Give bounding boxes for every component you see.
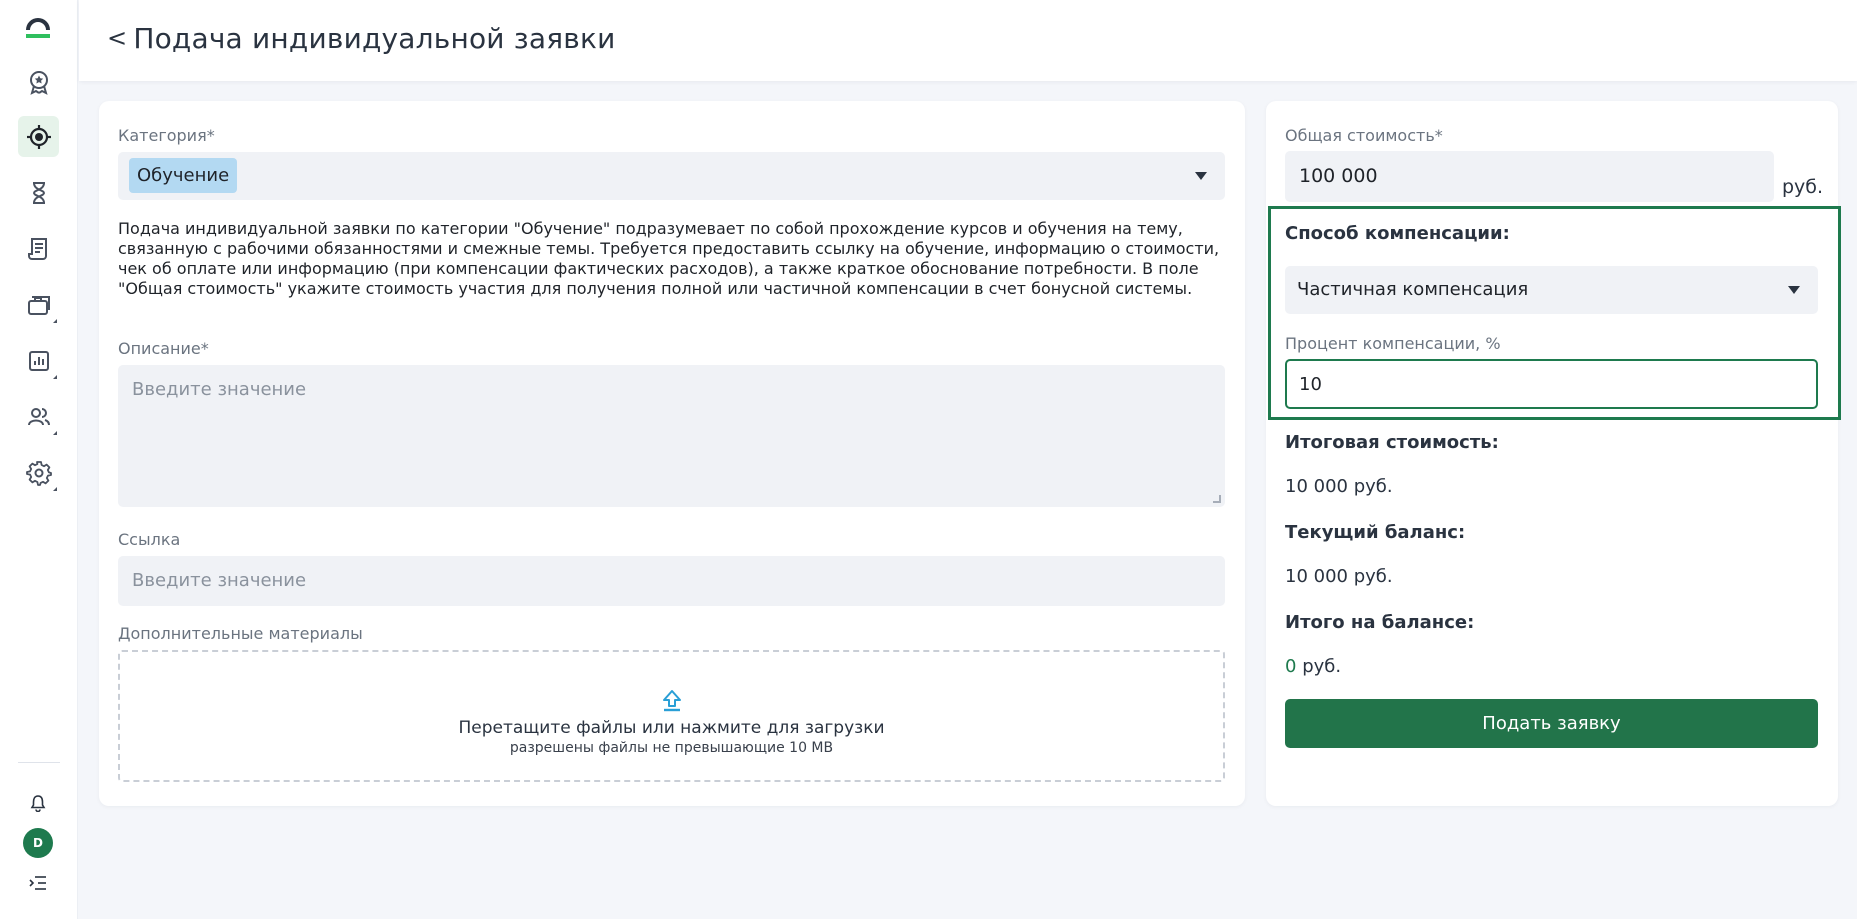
- expand-sidebar-button[interactable]: [26, 871, 50, 895]
- description-placeholder: Введите значение: [132, 379, 307, 400]
- balance-total-label: Итого на балансе:: [1285, 612, 1475, 633]
- upload-icon: [663, 690, 681, 712]
- balance-total-number: 0: [1285, 656, 1297, 677]
- description-label: Описание*: [118, 339, 209, 358]
- target-icon: [26, 124, 51, 149]
- submenu-indicator: [53, 375, 57, 379]
- sidebar-divider: [18, 762, 60, 763]
- final-cost-value: 10 000 руб.: [1285, 476, 1393, 497]
- compensation-percent-value: 10: [1299, 374, 1322, 395]
- submenu-indicator: [53, 487, 57, 491]
- briefcase-icon: [27, 295, 50, 315]
- sidebar-item-users[interactable]: [18, 396, 59, 437]
- sidebar-item-settings[interactable]: [18, 452, 59, 493]
- sidebar-item-requests[interactable]: [18, 228, 59, 269]
- sidebar-item-portfolio[interactable]: [18, 284, 59, 325]
- current-balance-label: Текущий баланс:: [1285, 522, 1466, 543]
- users-icon: [27, 407, 50, 425]
- total-cost-value: 100 000: [1299, 165, 1378, 187]
- notifications-button[interactable]: [26, 791, 50, 815]
- sidebar-item-reports[interactable]: [18, 340, 59, 381]
- back-button[interactable]: <: [107, 24, 127, 52]
- compensation-percent-label: Процент компенсации, %: [1285, 334, 1501, 353]
- category-select[interactable]: Обучение: [118, 152, 1225, 200]
- dropdown-caret-icon: [1195, 172, 1207, 180]
- avatar[interactable]: D: [23, 828, 53, 858]
- link-input[interactable]: Введите значение: [118, 556, 1225, 606]
- award-icon: [29, 70, 48, 95]
- logo-icon[interactable]: [22, 12, 54, 40]
- upload-hint-text: разрешены файлы не превышающие 10 MB: [509, 740, 834, 756]
- submit-application-button[interactable]: Подать заявку: [1285, 699, 1818, 748]
- sidebar-item-goals[interactable]: [18, 116, 59, 157]
- page-title-text: Подача индивидуальной заявки: [133, 22, 616, 55]
- balance-total-unit: руб.: [1302, 656, 1342, 677]
- link-placeholder: Введите значение: [132, 570, 307, 591]
- compensation-percent-input[interactable]: 10: [1285, 359, 1818, 409]
- receipt-icon: [27, 237, 47, 260]
- compensation-method-label: Способ компенсации:: [1285, 223, 1510, 244]
- balance-total-value: 0 руб.: [1285, 656, 1341, 677]
- current-balance-value: 10 000 руб.: [1285, 566, 1393, 587]
- gear-icon: [25, 460, 52, 486]
- resize-handle-icon[interactable]: [1213, 495, 1221, 503]
- link-label: Ссылка: [118, 530, 181, 549]
- total-cost-currency: руб.: [1782, 176, 1824, 198]
- page-title: < Подача индивидуальной заявки: [107, 22, 616, 55]
- dropdown-caret-icon: [1788, 286, 1800, 294]
- final-cost-label: Итоговая стоимость:: [1285, 432, 1499, 453]
- category-label: Категория*: [118, 126, 215, 145]
- compensation-method-value: Частичная компенсация: [1297, 279, 1529, 300]
- description-textarea[interactable]: Введите значение: [118, 365, 1225, 507]
- chart-icon: [28, 350, 49, 371]
- total-cost-input[interactable]: 100 000: [1285, 151, 1774, 202]
- application-form-card: Категория* Обучение Подача индивидуально…: [99, 101, 1245, 806]
- hourglass-icon: [32, 181, 45, 204]
- expand-menu-icon: [29, 876, 46, 890]
- sidebar-item-pending[interactable]: [18, 172, 59, 213]
- category-description: Подача индивидуальной заявки по категори…: [118, 219, 1220, 298]
- sidebar-item-awards[interactable]: [18, 61, 59, 102]
- page-header: < Подача индивидуальной заявки: [79, 0, 1857, 81]
- compensation-method-select[interactable]: Частичная компенсация: [1285, 266, 1818, 314]
- submenu-indicator: [53, 431, 57, 435]
- bell-icon: [30, 795, 46, 812]
- sidebar: D: [0, 0, 78, 919]
- category-chip: Обучение: [129, 158, 238, 193]
- upload-main-text: Перетащите файлы или нажмите для загрузк…: [458, 718, 885, 738]
- materials-label: Дополнительные материалы: [118, 624, 363, 643]
- file-upload-dropzone[interactable]: Перетащите файлы или нажмите для загрузк…: [118, 650, 1225, 782]
- total-cost-label: Общая стоимость*: [1285, 126, 1443, 145]
- submenu-indicator: [53, 319, 57, 323]
